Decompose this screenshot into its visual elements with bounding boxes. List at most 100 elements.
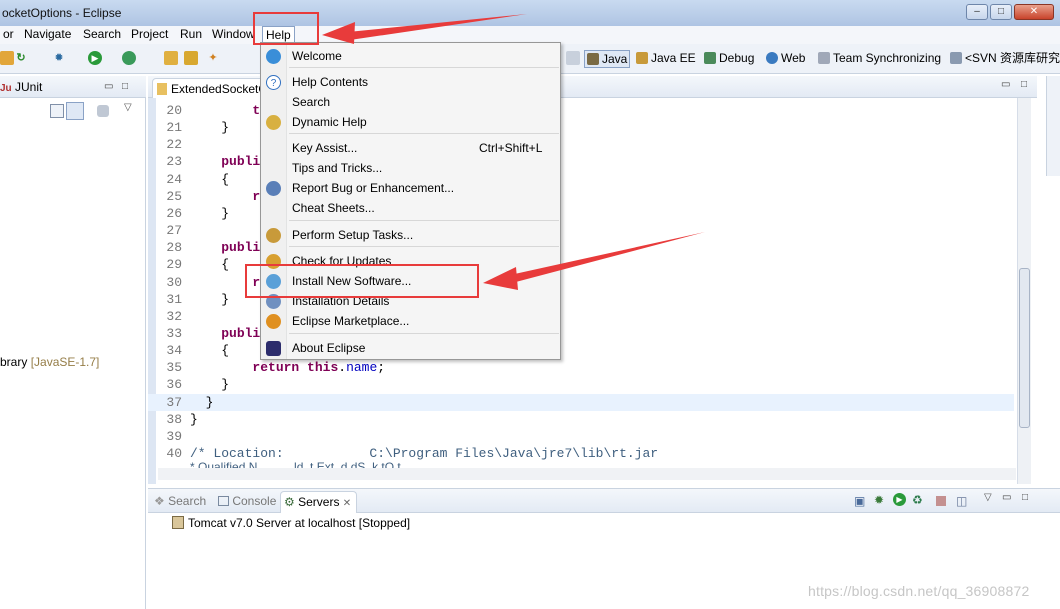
code-text: } <box>190 411 198 428</box>
code-token: this <box>307 360 339 376</box>
tab-junit[interactable]: Ju JUnit <box>0 80 42 94</box>
view-menu-icon[interactable]: ▽ <box>984 492 992 503</box>
editor-maximize-icon[interactable]: □ <box>1021 79 1027 90</box>
publish-icon[interactable]: ◫ <box>956 494 967 508</box>
vertical-scrollbar[interactable] <box>1017 98 1031 484</box>
minimize-icon[interactable]: – <box>966 4 988 20</box>
menu-window[interactable]: Window <box>209 26 258 44</box>
line-number: 26 <box>166 205 182 221</box>
run-icon[interactable]: ▶ <box>88 51 102 65</box>
open-folder-icon[interactable] <box>184 51 198 65</box>
code-token: } <box>190 377 230 393</box>
menu-separator <box>289 333 559 334</box>
line-number: 34 <box>166 343 182 359</box>
perspective-web[interactable]: Web <box>766 50 805 68</box>
server-row[interactable]: Tomcat v7.0 Server at localhost [Stopped… <box>172 516 410 530</box>
right-trim-stack <box>1046 76 1060 176</box>
menu-item-about-eclipse[interactable]: About Eclipse <box>292 339 365 357</box>
scrollbar-thumb[interactable] <box>1019 268 1030 428</box>
menu-item-key-assist[interactable]: Key Assist... <box>292 139 357 157</box>
tab-console[interactable]: Console <box>218 494 276 508</box>
menu-icon-strip <box>261 43 287 359</box>
external-tools-icon[interactable] <box>122 51 136 65</box>
menu-editor[interactable]: or <box>0 26 17 44</box>
code-token: ; <box>377 360 386 376</box>
menu-item-tips-and-tricks[interactable]: Tips and Tricks... <box>292 159 382 177</box>
editor-minimize-icon[interactable]: ▭ <box>1001 79 1010 90</box>
window-controls: – □ ✕ <box>964 4 1054 20</box>
menu-item-welcome[interactable]: Welcome <box>292 47 342 65</box>
maximize-view-icon[interactable]: □ <box>1022 492 1028 503</box>
code-text: } <box>190 119 229 136</box>
lock-scroll-icon[interactable] <box>97 105 109 117</box>
stop-server-icon[interactable] <box>936 496 946 506</box>
line-number: 33 <box>166 325 182 341</box>
menu-search[interactable]: Search <box>80 26 124 44</box>
bug-icon <box>266 181 281 196</box>
code-line: 36 } <box>148 376 1014 393</box>
menu-item-eclipse-marketplace[interactable]: Eclipse Marketplace... <box>292 312 409 330</box>
menu-project[interactable]: Project <box>128 26 171 44</box>
tab-servers[interactable]: ⚙ Servers ✕ <box>280 491 358 513</box>
debug-server-icon[interactable]: ✹ <box>874 493 884 507</box>
menu-separator <box>289 67 559 68</box>
open-type-icon[interactable] <box>164 51 178 65</box>
menu-navigate[interactable]: Navigate <box>21 26 74 44</box>
perspective-java[interactable]: Java <box>584 50 631 68</box>
history-icon[interactable] <box>66 102 84 120</box>
menu-run[interactable]: Run <box>177 26 205 44</box>
line-number: 35 <box>166 360 182 376</box>
svn-icon <box>950 52 962 64</box>
setup-icon <box>266 228 281 243</box>
menu-item-search[interactable]: Search <box>292 93 330 111</box>
maximize-icon[interactable]: □ <box>990 4 1012 20</box>
tab-search[interactable]: ❖ Search <box>154 494 206 508</box>
line-number: 20 <box>166 103 182 118</box>
debug-icon[interactable]: ✹ <box>52 51 66 65</box>
layout-toggle-icon[interactable] <box>50 104 64 118</box>
perspective-svn[interactable]: <SVN 资源库研究> <box>950 50 1060 68</box>
code-token: } <box>190 291 230 307</box>
console-icon <box>218 496 229 506</box>
collapse-icon[interactable]: ▣ <box>854 494 865 508</box>
perspective-java-ee[interactable]: Java EE <box>636 50 696 68</box>
horizontal-scrollbar[interactable] <box>158 468 1016 480</box>
code-token: } <box>190 205 230 221</box>
perspective-team-sync[interactable]: Team Synchronizing <box>818 50 941 68</box>
view-menu-icon[interactable]: ▽ <box>124 102 132 113</box>
profile-server-icon[interactable]: ♻ <box>912 493 923 507</box>
start-server-icon[interactable]: ▶ <box>893 493 906 506</box>
line-number: 38 <box>166 411 182 427</box>
team-sync-icon <box>818 52 830 64</box>
close-icon[interactable]: ✕ <box>1014 4 1054 20</box>
code-text: { <box>190 342 229 359</box>
menu-item-report-bug-or-enhancement[interactable]: Report Bug or Enhancement... <box>292 179 454 197</box>
code-token: publi <box>221 240 261 256</box>
refresh-icon[interactable]: ↻ <box>14 51 28 65</box>
line-number: 24 <box>166 171 182 187</box>
code-text: } <box>190 376 229 393</box>
title-bar: ocketOptions - Eclipse – □ ✕ <box>0 0 1060 26</box>
minimize-view-icon[interactable]: ▭ <box>1002 492 1011 503</box>
class-file-icon <box>157 83 167 95</box>
wand-icon[interactable]: ✦ <box>206 51 220 65</box>
perspective-debug[interactable]: Debug <box>704 50 754 68</box>
code-text: } <box>190 394 214 411</box>
minimize-view-icon[interactable]: ▭ <box>104 81 113 92</box>
code-token: publi <box>221 154 261 170</box>
menu-item-help-contents[interactable]: Help Contents <box>292 73 368 91</box>
maximize-view-icon[interactable]: □ <box>122 81 128 92</box>
library-entry[interactable]: brary [JavaSE-1.7] <box>0 355 99 369</box>
code-token: name <box>346 360 378 376</box>
line-number: 28 <box>166 240 182 256</box>
editor-tab[interactable]: ExtendedSocketO <box>152 78 275 98</box>
open-perspective-icon[interactable] <box>566 51 580 65</box>
code-line: 37 } <box>148 393 1014 411</box>
menu-item-cheat-sheets[interactable]: Cheat Sheets... <box>292 199 375 217</box>
menu-item-dynamic-help[interactable]: Dynamic Help <box>292 113 367 131</box>
menu-item-perform-setup-tasks[interactable]: Perform Setup Tasks... <box>292 226 413 244</box>
close-tab-icon[interactable]: ✕ <box>343 498 351 509</box>
code-token: . <box>338 360 347 376</box>
new-wizard-icon[interactable] <box>0 51 14 65</box>
